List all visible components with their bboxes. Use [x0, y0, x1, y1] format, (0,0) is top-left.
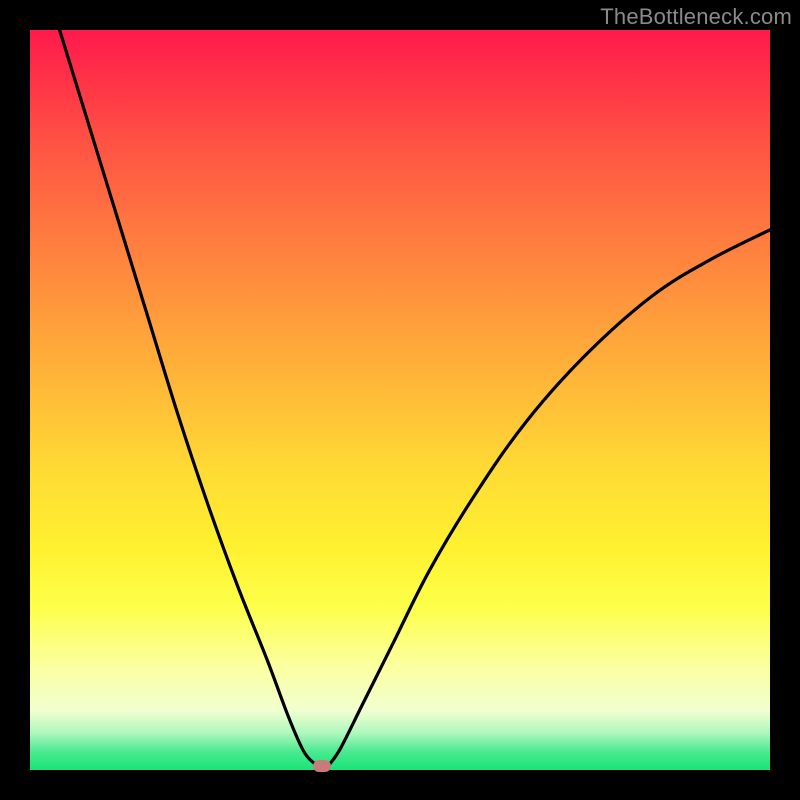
curve-right-branch: [330, 230, 770, 764]
watermark-text: TheBottleneck.com: [600, 4, 792, 30]
optimum-marker: [313, 760, 331, 772]
plot-area: [30, 30, 770, 770]
chart-frame: TheBottleneck.com: [0, 0, 800, 800]
curve-left-branch: [60, 30, 315, 764]
bottleneck-curve: [30, 30, 770, 770]
